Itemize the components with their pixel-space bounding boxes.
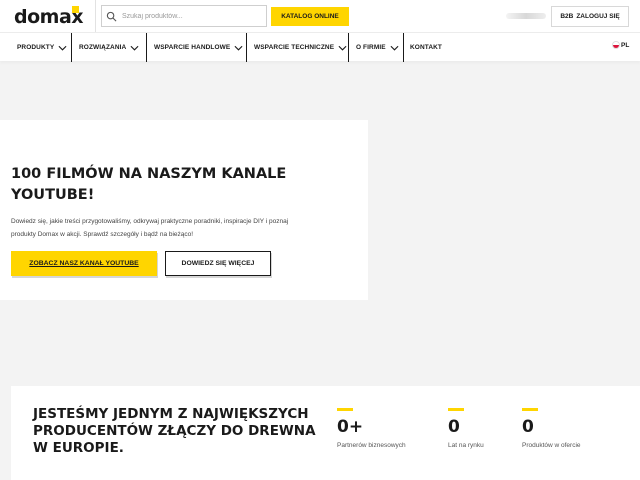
nav-item-label: ROZWIĄZANIA <box>79 44 127 51</box>
stat-label: Partnerów biznesowych <box>337 442 406 449</box>
nav-separator <box>146 33 147 62</box>
nav-separator <box>71 33 72 62</box>
stat-item: 0 Lat na rynku <box>448 408 484 449</box>
stat-value: 0 <box>522 417 534 437</box>
stat-label: Lat na rynku <box>448 442 484 449</box>
language-selector[interactable]: PL <box>621 42 629 49</box>
stat-label: Produktów w ofercie <box>522 442 581 449</box>
divider <box>95 0 96 32</box>
learn-more-button[interactable]: DOWIEDZ SIĘ WIĘCEJ <box>165 251 271 276</box>
stat-item: 0+ Partnerów biznesowych <box>337 408 406 449</box>
nav-item-label: O FIRMIE <box>356 44 386 51</box>
stat-value: 0+ <box>337 417 364 437</box>
youtube-promo-card: 100 FILMÓW NA NASZYM KANALE YOUTUBE! Dow… <box>0 120 368 300</box>
chevron-down-icon <box>130 45 139 51</box>
nav-item-rozwiazania[interactable]: ROZWIĄZANIA <box>73 33 145 62</box>
nav-item-wsparcie-techniczne[interactable]: WSPARCIE TECHNICZNE <box>248 33 353 62</box>
stats-heading: JESTEŚMY JEDNYM Z NAJWIĘKSZYCH PRODUCENT… <box>33 406 316 456</box>
promo-title: 100 FILMÓW NA NASZYM KANALE YOUTUBE! <box>11 166 287 203</box>
chevron-down-icon <box>58 45 67 51</box>
stat-accent-bar <box>448 408 464 411</box>
b2b-login-button[interactable]: B2B ZALOGUJ SIĘ <box>551 6 629 27</box>
nav-item-produkty[interactable]: PRODUKTY <box>11 33 73 62</box>
nav-item-label: WSPARCIE HANDLOWE <box>154 44 231 51</box>
stat-value: 0 <box>448 417 460 437</box>
nav-item-wsparcie-handlowe[interactable]: WSPARCIE HANDLOWE <box>148 33 249 62</box>
youtube-channel-button[interactable]: ZOBACZ NASZ KANAŁ YOUTUBE <box>11 251 157 276</box>
stat-accent-bar <box>522 408 538 411</box>
promo-description: Dowiedz się, jakie treści przygotowaliśm… <box>11 218 289 238</box>
company-stats-section: JESTEŚMY JEDNYM Z NAJWIĘKSZYCH PRODUCENT… <box>11 386 640 480</box>
catalog-online-button[interactable]: KATALOG ONLINE <box>271 7 349 26</box>
nav-item-label: PRODUKTY <box>17 44 55 51</box>
login-label: ZALOGUJ SIĘ <box>576 13 620 20</box>
poland-flag-icon[interactable] <box>612 41 620 49</box>
search-icon <box>106 11 117 21</box>
b2b-badge: B2B <box>560 13 574 20</box>
blurred-element <box>506 13 546 19</box>
nav-item-label: WSPARCIE TECHNICZNE <box>254 44 335 51</box>
logo-mark <box>72 6 79 13</box>
search-box[interactable] <box>101 5 267 27</box>
nav-item-o-firmie[interactable]: O FIRMIE <box>350 33 405 62</box>
nav-separator <box>348 33 349 62</box>
top-bar: domax KATALOG ONLINE B2B ZALOGUJ SIĘ <box>0 0 640 32</box>
nav-separator <box>246 33 247 62</box>
search-input[interactable] <box>122 12 262 20</box>
main-nav: PRODUKTY ROZWIĄZANIA WSPARCIE HANDLOWE W… <box>0 32 640 62</box>
stat-accent-bar <box>337 408 353 411</box>
chevron-down-icon <box>338 45 347 51</box>
chevron-down-icon <box>390 45 399 51</box>
nav-item-label: KONTAKT <box>410 44 442 51</box>
stat-item: 0 Produktów w ofercie <box>522 408 581 449</box>
chevron-down-icon <box>234 45 243 51</box>
nav-item-kontakt[interactable]: KONTAKT <box>404 33 448 62</box>
